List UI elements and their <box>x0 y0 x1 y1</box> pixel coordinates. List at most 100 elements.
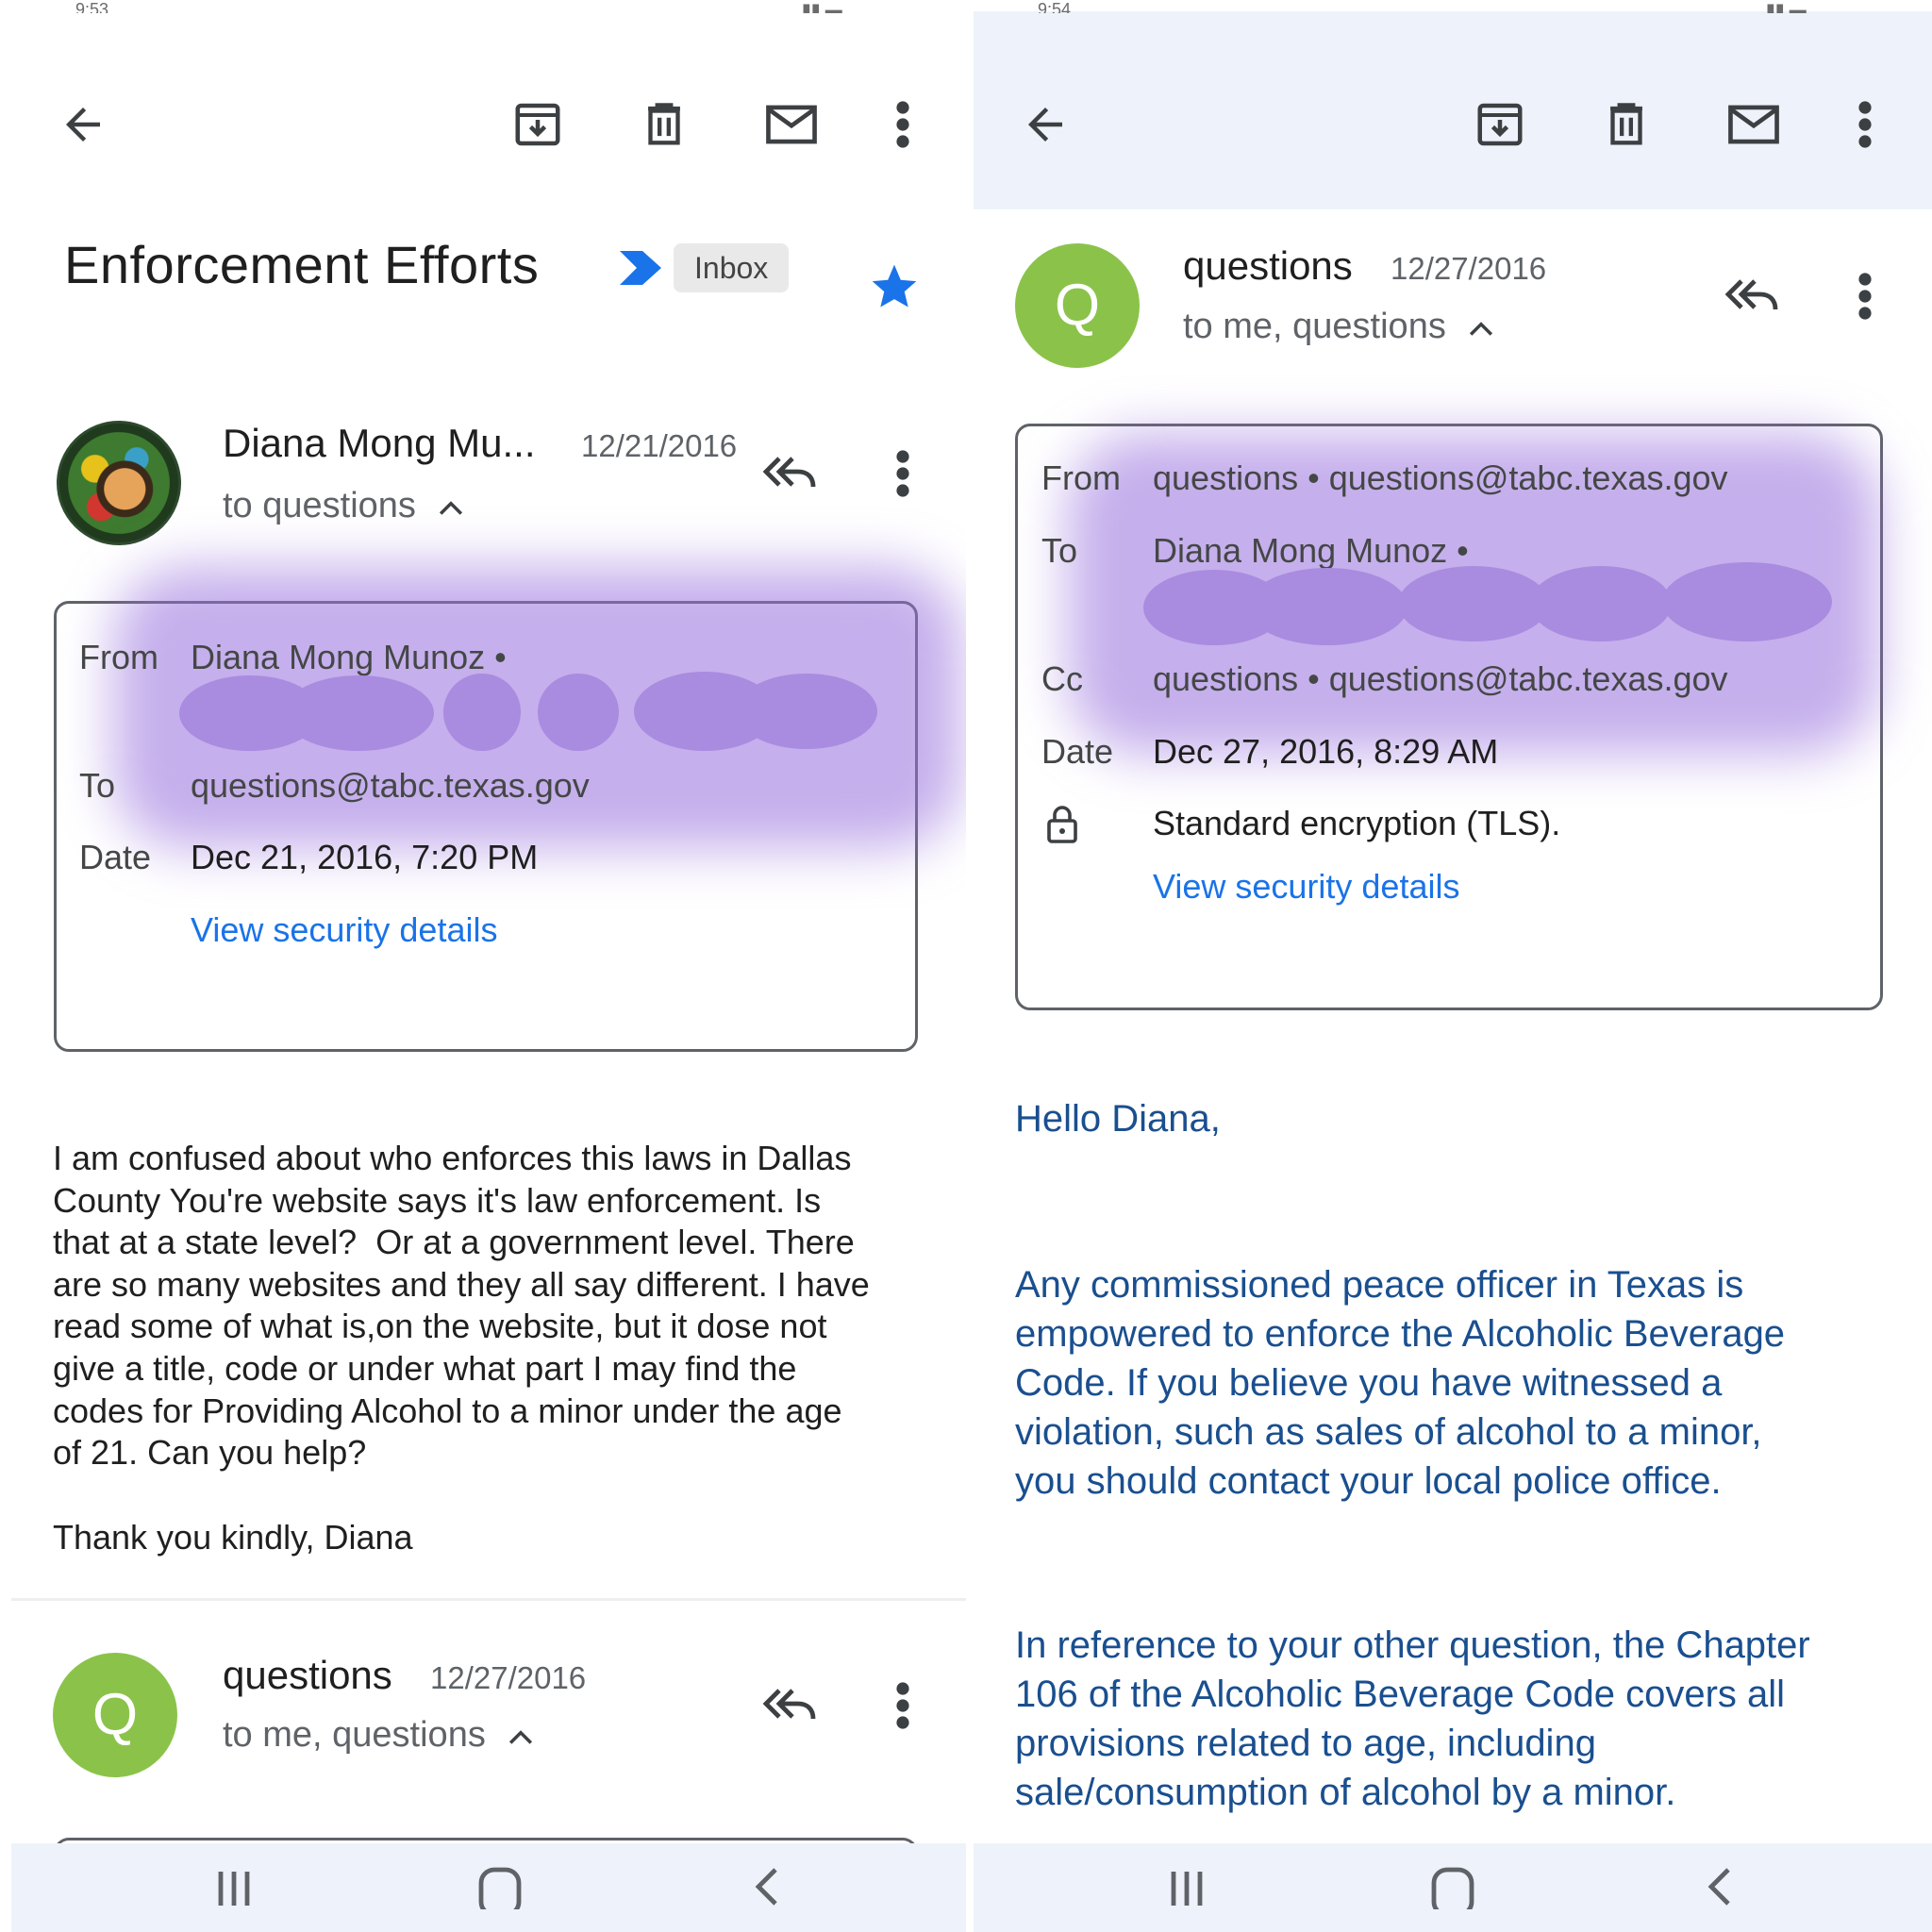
right-screenshot: 9:54 ▮▮ ▬ Q questions 12/27/2016 to me, … <box>974 0 1932 1932</box>
from-label: From <box>79 638 158 676</box>
from-value: questions • questions@tabc.texas.gov <box>1153 458 1728 497</box>
redaction-blob <box>1398 566 1549 641</box>
sender-avatar[interactable]: Q <box>1015 243 1140 368</box>
message-body: I am confused about who enforces this la… <box>53 1138 958 1474</box>
home-icon[interactable] <box>1424 1864 1481 1921</box>
recipients-toggle[interactable]: to me, questions <box>1183 307 1493 347</box>
sender-name: questions <box>1183 243 1353 288</box>
message-date: 12/21/2016 <box>581 428 738 463</box>
body-line: Any commissioned peace officer in Texas … <box>1015 1264 1744 1306</box>
archive-icon[interactable] <box>1470 94 1530 155</box>
nav-back-icon[interactable] <box>1692 1864 1749 1921</box>
toolbar: 9:53 ▮▮ ▬ <box>0 0 966 209</box>
body-line: give a title, code or under what part I … <box>53 1348 797 1388</box>
recipients-text: to questions <box>223 486 416 525</box>
left-screenshot: 9:53 ▮▮ ▬ Enforcement Efforts Inbox Dian… <box>0 0 966 1932</box>
more-vert-icon[interactable] <box>873 94 933 155</box>
email-subject: Enforcement Efforts <box>64 235 540 294</box>
reply-paragraph-1: Any commissioned peace officer in Texas … <box>1015 1260 1921 1506</box>
archive-icon[interactable] <box>508 94 568 155</box>
body-line: Code. If you believe you have witnessed … <box>1015 1362 1723 1404</box>
view-security-details-link[interactable]: View security details <box>191 910 497 950</box>
message-more-icon[interactable] <box>1835 266 1895 326</box>
reply-all-icon[interactable] <box>760 1675 821 1736</box>
toolbar: 9:54 ▮▮ ▬ <box>974 0 1932 209</box>
body-line: County You're website says it's law enfo… <box>53 1180 822 1220</box>
message-date: 12/27/2016 <box>1391 251 1547 286</box>
recipients-text: to me, questions <box>223 1715 486 1755</box>
back-arrow-icon[interactable] <box>1015 94 1075 155</box>
sender-name: questions <box>223 1653 392 1697</box>
sender-avatar[interactable]: Q <box>53 1653 177 1777</box>
important-marker-icon[interactable] <box>618 249 665 291</box>
mail-icon[interactable] <box>761 94 822 155</box>
to-label: To <box>1041 531 1078 570</box>
trash-icon[interactable] <box>1596 94 1657 155</box>
system-nav-bar <box>11 1843 966 1932</box>
redaction-blob <box>1247 568 1407 645</box>
lock-icon <box>1045 804 1079 850</box>
recipients-text: to me, questions <box>1183 307 1446 346</box>
body-line: 106 of the Alcoholic Beverage Code cover… <box>1015 1674 1786 1715</box>
body-line: I am confused about who enforces this la… <box>53 1139 852 1177</box>
cc-value: questions • questions@tabc.texas.gov <box>1153 659 1728 698</box>
redaction-blob <box>1662 562 1832 641</box>
reply-all-icon[interactable] <box>1723 266 1783 326</box>
body-line: that at a state level? Or at a governmen… <box>53 1223 855 1262</box>
chevron-up-icon <box>509 1730 533 1744</box>
body-line: you should contact your local police off… <box>1015 1460 1722 1502</box>
redaction-blob <box>736 674 877 749</box>
body-line: are so many websites and they all say di… <box>53 1264 870 1304</box>
redaction-blob <box>1530 566 1672 641</box>
date-value: Dec 27, 2016, 8:29 AM <box>1153 732 1499 771</box>
back-arrow-icon[interactable] <box>53 94 113 155</box>
sender-name: Diana Mong Mu... <box>223 421 536 465</box>
system-nav-bar <box>974 1843 1932 1932</box>
chevron-up-icon <box>1470 322 1493 336</box>
redaction-blob <box>443 674 521 751</box>
recipients-toggle[interactable]: to questions <box>223 486 463 526</box>
panel-divider <box>966 0 974 1932</box>
recents-icon[interactable] <box>206 1864 262 1921</box>
greeting: Hello Diana, <box>1015 1098 1221 1140</box>
message-more-icon[interactable] <box>873 1675 933 1736</box>
to-label: To <box>79 766 116 805</box>
status-icons: ▮▮ ▬ <box>1766 0 1807 13</box>
body-line: empowered to enforce the Alcoholic Bever… <box>1015 1313 1786 1355</box>
from-value: Diana Mong Munoz • <box>191 638 507 676</box>
body-line: read some of what is,on the website, but… <box>53 1307 827 1346</box>
sender-avatar[interactable] <box>57 421 181 545</box>
home-icon[interactable] <box>472 1864 528 1921</box>
to-value: questions@tabc.texas.gov <box>191 766 590 805</box>
status-time: 9:53 <box>75 0 109 13</box>
redaction-blob <box>538 674 619 751</box>
body-line: provisions related to age, including <box>1015 1723 1596 1764</box>
message-separator <box>11 1598 966 1601</box>
date-label: Date <box>79 838 152 876</box>
view-security-details-link[interactable]: View security details <box>1153 867 1459 907</box>
nav-back-icon[interactable] <box>740 1864 796 1921</box>
date-label: Date <box>1041 732 1114 771</box>
body-line: codes for Providing Alcohol to a minor u… <box>53 1391 842 1430</box>
label-chip-inbox[interactable]: Inbox <box>674 243 790 292</box>
chevron-up-icon <box>440 501 463 515</box>
reply-all-icon[interactable] <box>760 443 821 504</box>
body-line: In reference to your other question, the… <box>1015 1624 1810 1666</box>
from-label: From <box>1041 458 1121 497</box>
status-time: 9:54 <box>1038 0 1072 13</box>
message-more-icon[interactable] <box>873 443 933 504</box>
trash-icon[interactable] <box>634 94 694 155</box>
encryption-text: Standard encryption (TLS). <box>1153 804 1561 842</box>
body-line: violation, such as sales of alcohol to a… <box>1015 1411 1762 1453</box>
to-value: Diana Mong Munoz • <box>1153 531 1469 570</box>
body-line: sale/consumption of alcohol by a minor. <box>1015 1772 1676 1813</box>
message-date: 12/27/2016 <box>430 1660 587 1695</box>
cc-label: Cc <box>1041 659 1083 698</box>
star-icon[interactable] <box>868 260 921 318</box>
recipients-toggle[interactable]: to me, questions <box>223 1715 533 1756</box>
message-signoff: Thank you kindly, Diana <box>53 1518 413 1557</box>
mail-icon[interactable] <box>1724 94 1784 155</box>
more-vert-icon[interactable] <box>1835 94 1895 155</box>
recents-icon[interactable] <box>1158 1864 1215 1921</box>
body-line: of 21. Can you help? <box>53 1433 367 1473</box>
